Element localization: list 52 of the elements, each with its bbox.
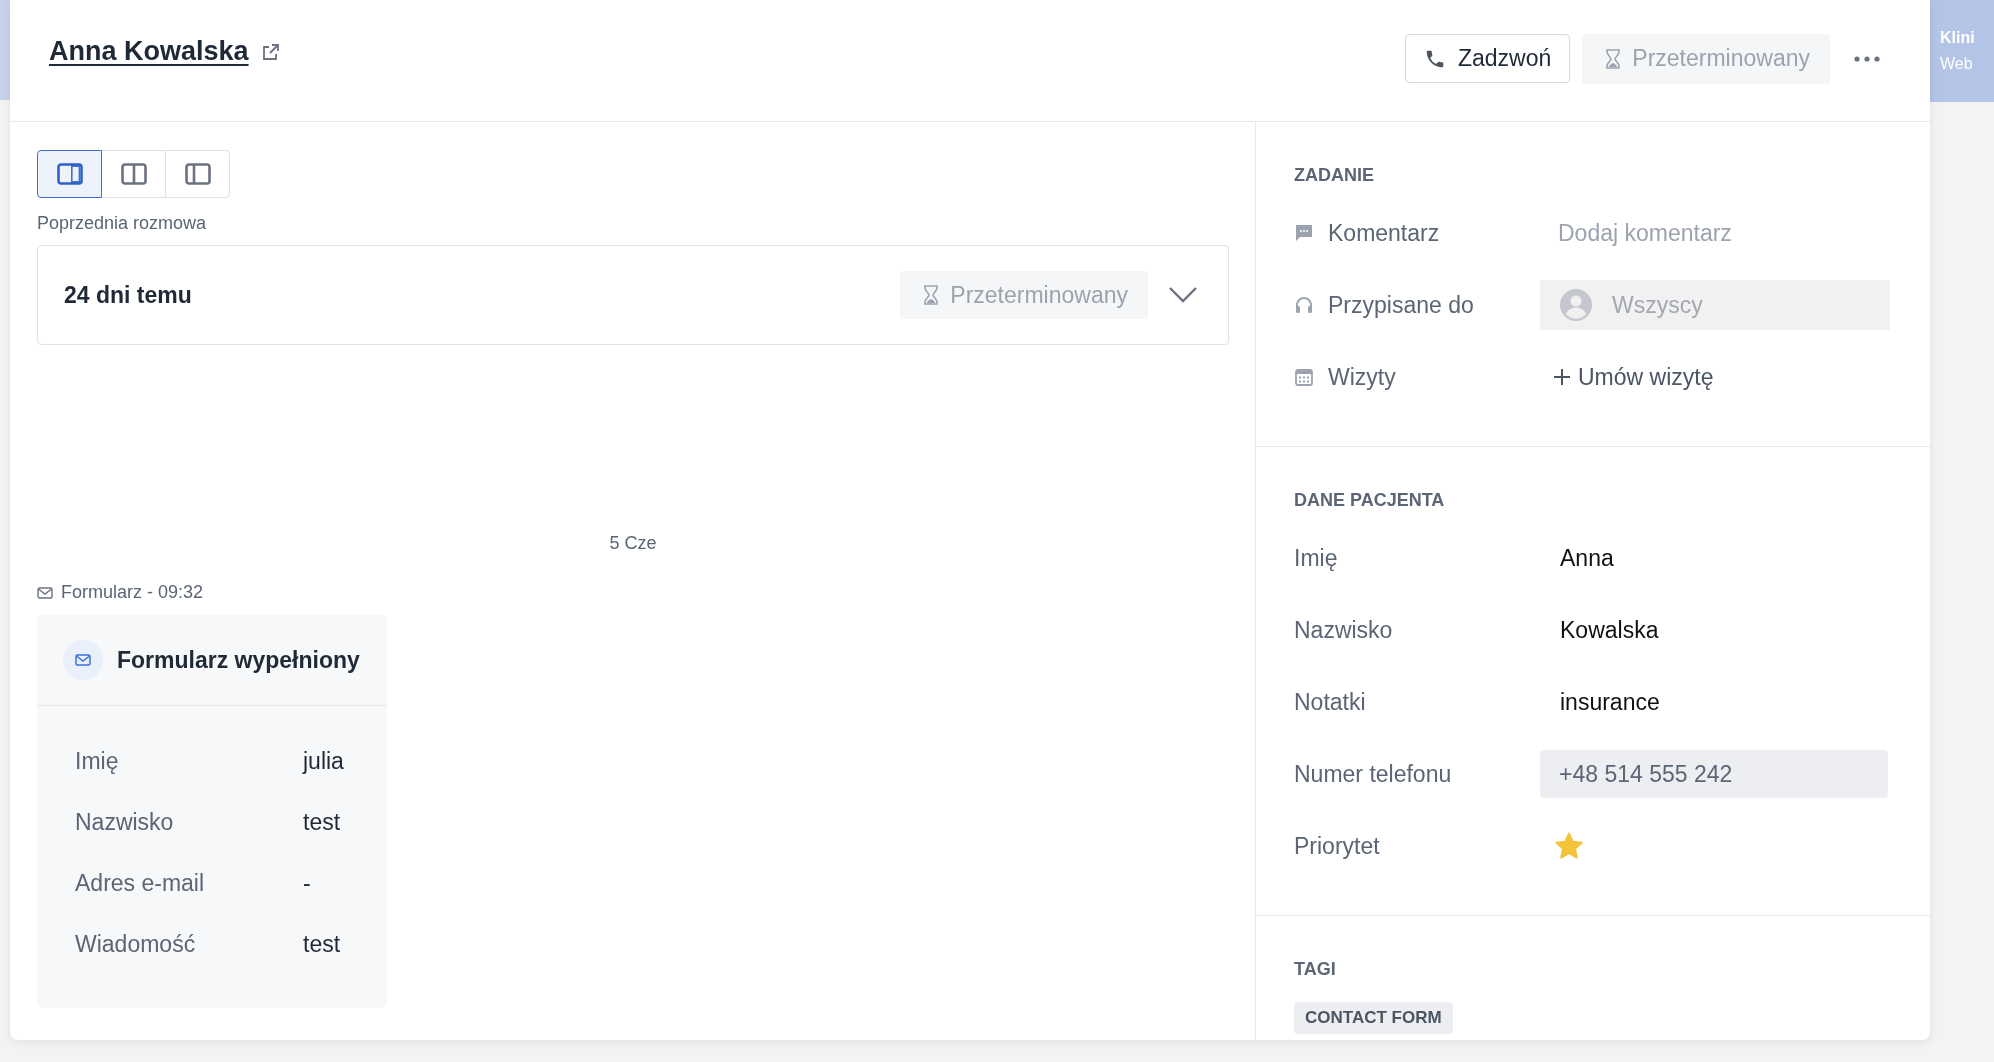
field-value: julia (303, 748, 345, 775)
avatar-icon (1560, 289, 1592, 321)
section-label: Poprzednia rozmowa (37, 213, 208, 234)
row-label: Numer telefonu (1294, 760, 1452, 788)
field-label: Imię (75, 748, 120, 775)
plus-icon (1552, 367, 1572, 387)
row-label: Imię (1294, 544, 1338, 572)
schedule-visit-button[interactable]: Umów wizytę (1540, 355, 1726, 399)
section-heading: TAGI (1294, 959, 1337, 980)
view-mode-button[interactable] (37, 150, 102, 198)
comment-field[interactable]: Dodaj komentarz (1540, 209, 1890, 257)
field-label: Nazwisko (75, 809, 175, 836)
more-icon[interactable] (1854, 55, 1880, 62)
field-value: insurance (1559, 688, 1660, 716)
form-title: Formularz wypełniony (117, 646, 360, 674)
backdrop-subtitle: Web (1940, 55, 1974, 73)
row-label: Komentarz (1328, 219, 1440, 247)
call-button[interactable]: Zadzwoń (1405, 34, 1571, 83)
row-label: Priorytet (1294, 832, 1380, 860)
layout-icon (56, 163, 83, 185)
headset-icon (1294, 295, 1314, 315)
tag-chip[interactable]: CONTACT FORM (1294, 1002, 1453, 1034)
field-label: Wiadomość (75, 931, 197, 958)
event-label: Formularz - 09:32 (61, 582, 204, 603)
status-badge: Przeterminowany (900, 271, 1148, 319)
field-value: test (303, 931, 342, 958)
comment-icon (1294, 223, 1314, 243)
backdrop-title: Klini (1940, 29, 1976, 47)
field-value: - (303, 870, 312, 897)
priority-star-icon[interactable] (1554, 831, 1584, 861)
external-link-icon[interactable] (260, 42, 281, 62)
row-label: Notatki (1294, 688, 1366, 716)
row-label: Nazwisko (1294, 616, 1393, 644)
conversation-age: 24 dni temu (64, 281, 192, 309)
field-label: Adres e-mail (75, 870, 206, 897)
section-heading: ZADANIE (1294, 165, 1375, 186)
row-label: Przypisane do (1328, 291, 1474, 319)
conversation-card[interactable]: 24 dni temu Przeterminowany (37, 245, 1229, 345)
field-value: Anna (1559, 544, 1614, 572)
section-heading: DANE PACJENTA (1294, 490, 1446, 511)
patient-name-link[interactable]: Anna Kowalska (49, 36, 249, 67)
row-label: Wizyty (1328, 363, 1396, 391)
envelope-icon (63, 640, 103, 680)
envelope-icon (37, 586, 53, 599)
layout-icon (184, 163, 211, 185)
date-label: 5 Cze (608, 533, 658, 554)
layout-icon (120, 163, 147, 185)
chevron-icon[interactable] (1168, 286, 1198, 304)
field-value: test (303, 809, 342, 836)
calendar-icon (1294, 367, 1314, 387)
phone-field[interactable]: +48 514 555 242 (1540, 750, 1888, 798)
field-value: Kowalska (1559, 616, 1659, 644)
